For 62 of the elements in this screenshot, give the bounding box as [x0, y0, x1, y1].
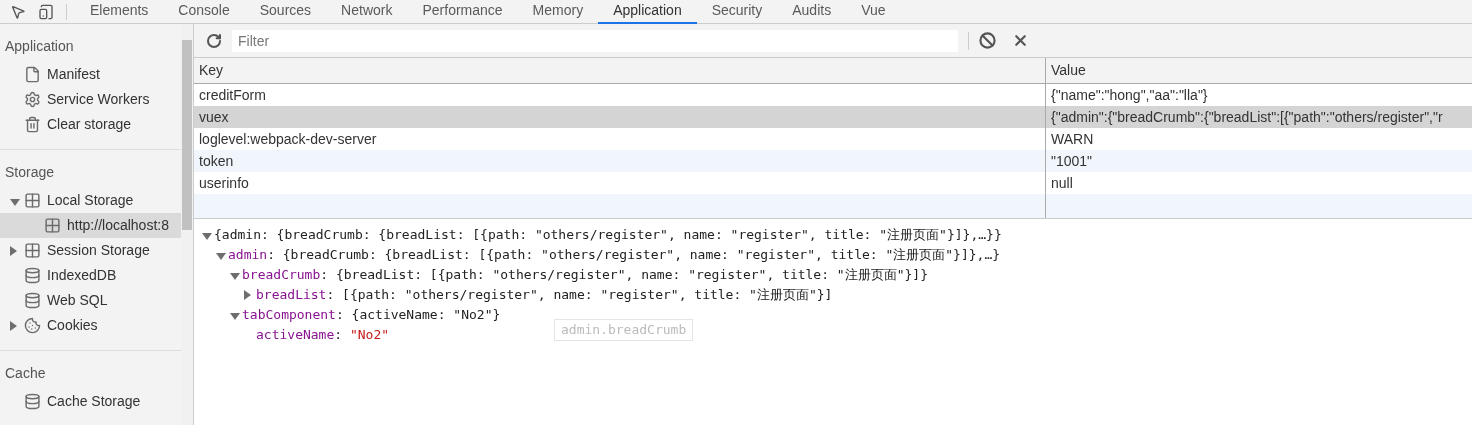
- panel-tab[interactable]: Console: [163, 0, 245, 24]
- expanded-arrow-icon[interactable]: [230, 313, 240, 320]
- panel-tab[interactable]: Vue: [846, 0, 901, 24]
- panel-tab[interactable]: Sources: [244, 0, 327, 24]
- sidebar-item[interactable]: Web SQL: [0, 288, 181, 313]
- trash-icon: [24, 116, 41, 133]
- column-header[interactable]: Key: [194, 58, 1046, 83]
- database-icon: [24, 292, 41, 309]
- section-title: Storage: [4, 163, 56, 182]
- table-cell-text: "1001": [1050, 151, 1094, 171]
- table-row[interactable]: vuex {"admin":{"breadCrumb":{"breadList":[{"path":"others/register","r: [194, 106, 1472, 128]
- tree-node-text: breadList: [{path: "others/register", name: "register", title: "注册页面"}]: [256, 286, 833, 305]
- table-cell-text: WARN: [1050, 129, 1095, 149]
- clear-all-icon[interactable]: [979, 32, 996, 49]
- table-row[interactable]: token "1001": [194, 150, 1472, 172]
- grid-icon: [24, 192, 41, 209]
- collapsed-arrow-icon[interactable]: [10, 245, 17, 256]
- gear-icon: [24, 91, 41, 108]
- cookie-icon: [24, 317, 41, 334]
- expanded-arrow-icon[interactable]: [202, 233, 212, 240]
- close-icon[interactable]: [1012, 32, 1029, 49]
- expanded-arrow-icon[interactable]: [230, 273, 240, 280]
- sidebar-item[interactable]: Cookies: [0, 313, 181, 338]
- table-cell-text: null: [1050, 173, 1074, 193]
- panel-tab[interactable]: Security: [696, 0, 778, 24]
- filter-field[interactable]: Filter: [232, 29, 958, 52]
- database-icon: [24, 267, 41, 284]
- sidebar-item[interactable]: Clear storage: [0, 112, 181, 137]
- section-title: Application: [4, 37, 75, 56]
- tree-node-text: admin: {breadCrumb: {breadList: [{path: "others/register", name: "register", title: "注册页面"}]},…}: [228, 246, 1001, 265]
- tree-node-text: tabComponent: {activeName: "No2"}: [242, 306, 501, 325]
- inspect-icon[interactable]: [10, 3, 26, 20]
- refresh-icon[interactable]: [206, 32, 222, 49]
- sidebar-item[interactable]: http://localhost:8: [0, 213, 181, 238]
- table-cell-text: {"admin":{"breadCrumb":{"breadList":[{"path":"others/register","r: [1050, 107, 1444, 127]
- panel-tab[interactable]: Audits: [777, 0, 847, 24]
- sidebar-item[interactable]: IndexedDB: [0, 263, 181, 288]
- tree-node-text: breadCrumb: {breadList: [{path: "others/register", name: "register", title: "注册页面"}]}: [242, 266, 928, 285]
- database-icon: [24, 393, 41, 410]
- column-header[interactable]: Value: [1046, 58, 1472, 83]
- sidebar-item[interactable]: Session Storage: [0, 238, 181, 263]
- tree-node-text: activeName: "No2": [256, 326, 390, 345]
- tooltip: admin.breadCrumb: [554, 319, 694, 341]
- file-icon: [24, 66, 41, 83]
- expanded-arrow-icon[interactable]: [10, 198, 20, 206]
- sidebar-item[interactable]: Service Workers: [0, 87, 181, 112]
- tree-node-text: {admin: {breadCrumb: {breadList: [{path: "others/register", name: "register", title: "注册页面"}]},…}}: [214, 226, 1002, 245]
- sidebar-item[interactable]: Manifest: [0, 62, 181, 87]
- panel-tab[interactable]: Performance: [407, 0, 518, 24]
- grid-icon: [44, 217, 61, 234]
- panel-tab[interactable]: Network: [326, 0, 408, 24]
- grid-icon: [24, 242, 41, 259]
- section-title: Cache: [4, 364, 47, 383]
- sidebar-item[interactable]: Cache Storage: [0, 389, 181, 414]
- table-cell-text: {"name":"hong","aa":"lla"}: [1050, 85, 1209, 105]
- collapsed-arrow-icon[interactable]: [10, 320, 17, 331]
- sidebar-item[interactable]: Local Storage: [0, 188, 181, 213]
- panel-tab[interactable]: Memory: [517, 0, 599, 24]
- expanded-arrow-icon[interactable]: [216, 253, 226, 260]
- collapsed-arrow-icon[interactable]: [244, 290, 251, 300]
- panel-tab[interactable]: Elements: [75, 0, 164, 24]
- device-icon[interactable]: [38, 3, 54, 20]
